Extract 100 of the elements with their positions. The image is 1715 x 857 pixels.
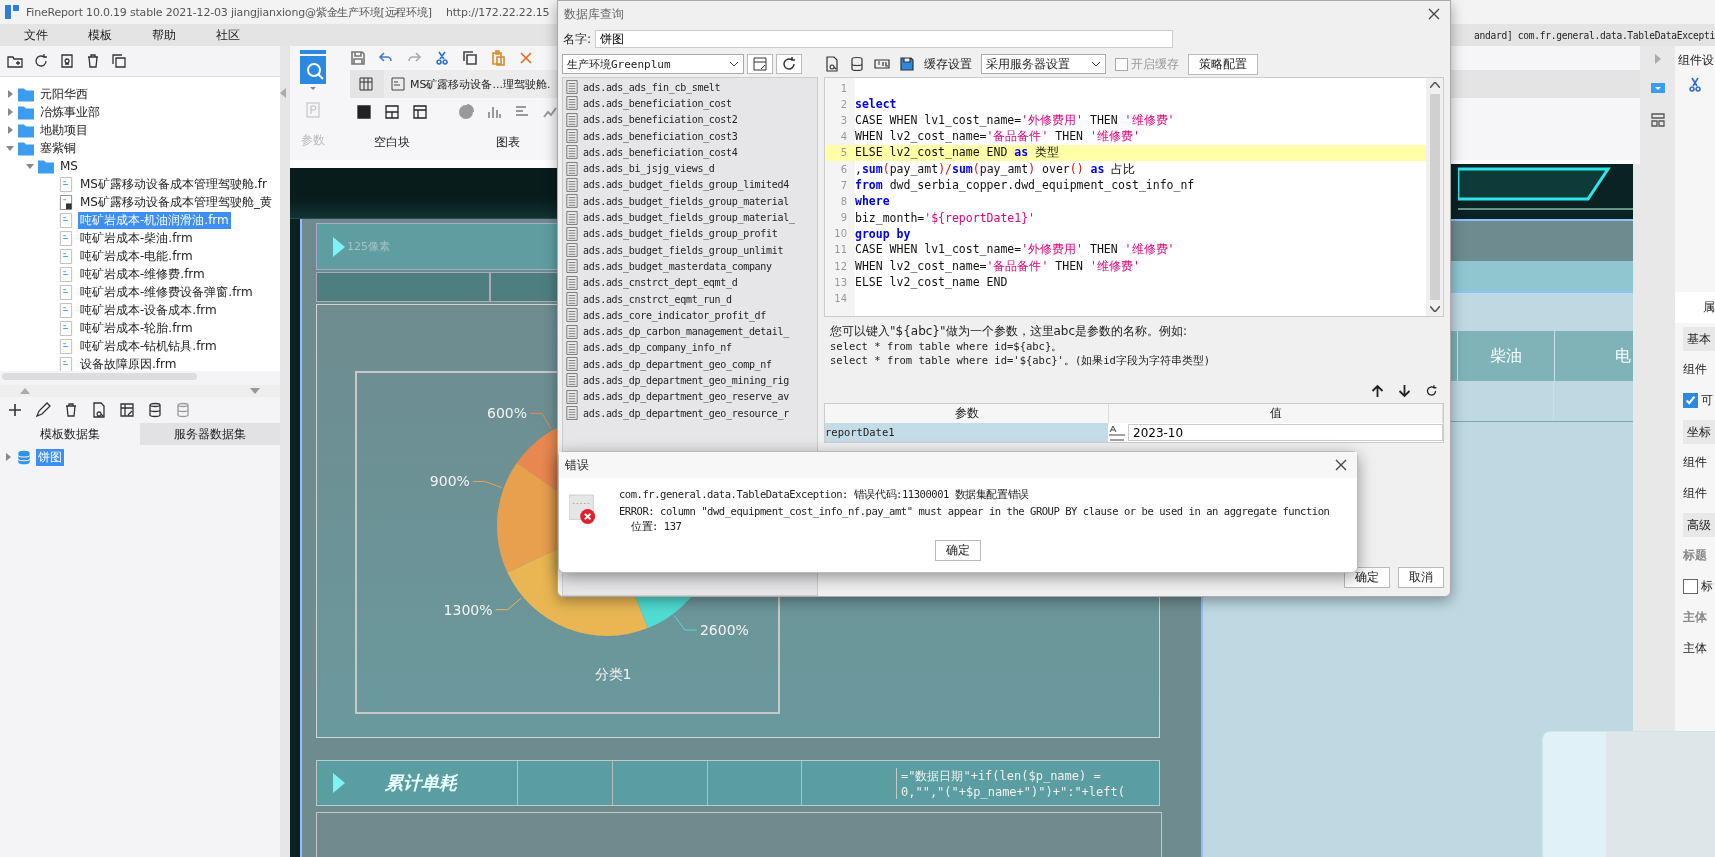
table-item[interactable]: ads.ads_budget_fields_group_material_ — [583, 212, 795, 223]
value-field[interactable]: 2023-10 — [1128, 424, 1443, 441]
table-edit-icon[interactable] — [119, 402, 135, 418]
scrollbar-thumb[interactable] — [1429, 94, 1440, 300]
table-item[interactable]: ads.ads_beneficiation_cost2 — [583, 114, 738, 126]
tree-item[interactable]: 吨矿岩成本-钻机钻具.frm — [78, 337, 219, 355]
tree-item[interactable]: 吨矿岩成本-设备成本.frm — [78, 301, 219, 319]
copy-icon[interactable] — [462, 50, 478, 66]
scrollbar-thumb[interactable] — [2, 373, 197, 380]
dialog-button[interactable]: 取消 — [1398, 567, 1444, 588]
pencil-icon[interactable] — [35, 402, 51, 418]
menu-item[interactable]: 帮助 — [140, 26, 188, 44]
checkbox[interactable] — [1683, 393, 1698, 408]
template-tab[interactable]: MS矿露移动设备...理驾驶舱. — [384, 70, 557, 98]
table-item[interactable]: ads.ads_budget_masterdata_company — [583, 260, 772, 272]
tree-item[interactable]: 元阳华西 — [38, 85, 90, 103]
copy-icon[interactable] — [111, 53, 127, 69]
document-search-icon[interactable] — [91, 402, 107, 418]
sql-editor[interactable] — [824, 77, 1444, 317]
tree-item[interactable]: 地勘项目 — [38, 121, 90, 139]
save-icon[interactable] — [350, 50, 366, 66]
layout-icon[interactable] — [384, 104, 400, 120]
layout-icon[interactable] — [356, 104, 372, 120]
tree-item[interactable]: MS矿露移动设备成本管理驾驶舱_黄 — [78, 193, 274, 211]
refresh-button[interactable] — [776, 54, 802, 74]
tree-item[interactable]: 吨矿岩成本-维修费设备弹窗.frm — [78, 283, 255, 301]
table-item[interactable]: ads.ads_cnstrct_eqmt_run_d — [583, 293, 732, 305]
grid-icon[interactable] — [358, 76, 374, 92]
down-arrow-icon[interactable] — [1398, 384, 1411, 398]
database-icon[interactable] — [849, 56, 865, 72]
connection-dropdown[interactable]: 生产环境Greenplum — [562, 54, 744, 74]
settings-icon[interactable] — [59, 53, 75, 69]
table-item[interactable]: ads.ads_budget_fields_group_material — [583, 195, 789, 207]
tree-item[interactable]: 吨矿岩成本-电能.frm — [78, 247, 195, 265]
table-item[interactable]: ads.ads_dp_department_geo_reserve_av — [583, 391, 789, 403]
table-item[interactable]: ads.ads_dp_carbon_management_detail_ — [583, 326, 789, 338]
layout-icon[interactable] — [412, 104, 428, 120]
pie-chart-icon[interactable] — [458, 104, 474, 120]
tree-item[interactable]: 塞紫铜 — [38, 139, 78, 157]
menu-item[interactable]: 模板 — [76, 26, 124, 44]
tree-item[interactable]: 冶炼事业部 — [38, 103, 102, 121]
ok-button[interactable]: 确定 — [935, 540, 981, 561]
scroll-down-icon[interactable] — [1429, 306, 1440, 312]
caret-icon[interactable] — [6, 90, 14, 98]
dataset-query-icon[interactable] — [298, 50, 328, 90]
cache-dropdown[interactable]: 采用服务器设置 — [981, 54, 1106, 74]
table-item[interactable]: ads.ads_core_indicator_profit_df — [583, 309, 767, 321]
table-item[interactable]: ads.ads_beneficiation_cost — [583, 97, 732, 109]
paste-icon[interactable] — [490, 50, 506, 66]
scissors-icon[interactable] — [1687, 76, 1703, 92]
refresh-icon[interactable] — [1425, 384, 1438, 398]
table-cell[interactable]: reportDate1 — [825, 423, 1108, 442]
strategy-button[interactable]: 策略配置 — [1188, 53, 1258, 75]
table-item[interactable]: ads.ads_budget_fields_group_unlimit — [583, 244, 784, 256]
tree-item[interactable]: 设备故障原因.frm — [78, 355, 179, 371]
table-item[interactable]: ads.ads_budget_fields_group_limited4 — [583, 179, 789, 191]
add-icon[interactable] — [7, 402, 23, 418]
component-icon[interactable] — [1649, 80, 1666, 96]
caret-icon[interactable] — [6, 108, 14, 116]
menu-item[interactable]: 文件 — [12, 26, 60, 44]
checkbox[interactable] — [1683, 579, 1698, 594]
table-item[interactable]: ads.ads_budget_fields_group_profit — [583, 228, 778, 240]
table-item[interactable]: ads.ads_beneficiation_cost3 — [583, 130, 738, 142]
menu-item[interactable]: 社区 — [204, 26, 252, 44]
table-item[interactable]: ads.ads_bi_jsjg_views_d — [583, 163, 715, 175]
save-icon[interactable] — [899, 56, 915, 72]
trash-icon[interactable] — [63, 402, 79, 418]
caret-icon[interactable] — [26, 162, 34, 170]
close-icon[interactable] — [1335, 459, 1347, 471]
tree-item[interactable]: MS — [58, 159, 80, 173]
document-search-icon[interactable] — [824, 56, 840, 72]
bar-chart-icon[interactable] — [486, 104, 502, 120]
close-icon[interactable] — [1428, 8, 1440, 20]
new-folder-icon[interactable] — [7, 53, 23, 69]
tree-item[interactable]: 吨矿岩成本-维修费.frm — [78, 265, 207, 283]
table-item[interactable]: ads.ads_dp_company_info_nf — [583, 342, 732, 354]
table-item[interactable]: ads.ads_beneficiation_cost4 — [583, 146, 738, 158]
property-label[interactable]: 属 — [1703, 299, 1715, 316]
name-field[interactable]: 饼图 — [595, 30, 1174, 48]
table-item[interactable]: ads.ads_dp_department_geo_mining_rig — [583, 375, 789, 386]
table-item[interactable]: ads.ads_dp_department_geo_comp_nf — [583, 358, 772, 370]
up-arrow-icon[interactable] — [1371, 384, 1384, 398]
trash-icon[interactable] — [85, 53, 101, 69]
scroll-up-icon[interactable] — [1429, 82, 1440, 88]
refresh-icon[interactable] — [33, 53, 49, 69]
caret-icon[interactable] — [4, 453, 12, 461]
dialog-button[interactable]: 确定 — [1344, 567, 1390, 588]
tree-item[interactable]: 吨矿岩成本-柴油.frm — [78, 229, 195, 247]
caret-icon[interactable] — [6, 126, 14, 134]
text-type-icon[interactable] — [1108, 424, 1126, 441]
table-item[interactable]: ads.ads_ads_fin_cb_smelt — [583, 81, 721, 93]
scissors-icon[interactable] — [434, 50, 450, 66]
dataset-tab[interactable]: 服务器数据集 — [140, 423, 280, 445]
caret-icon[interactable] — [6, 144, 14, 152]
tree-item[interactable]: MS矿露移动设备成本管理驾驶舱.fr — [78, 175, 269, 193]
database-icon[interactable] — [147, 402, 163, 418]
sql-icon[interactable] — [874, 56, 890, 72]
tree-item[interactable]: 吨矿岩成本-轮胎.frm — [78, 319, 195, 337]
edit-connection-button[interactable] — [747, 54, 773, 74]
table-item[interactable]: ads.ads_cnstrct_dept_eqmt_d — [583, 277, 738, 289]
